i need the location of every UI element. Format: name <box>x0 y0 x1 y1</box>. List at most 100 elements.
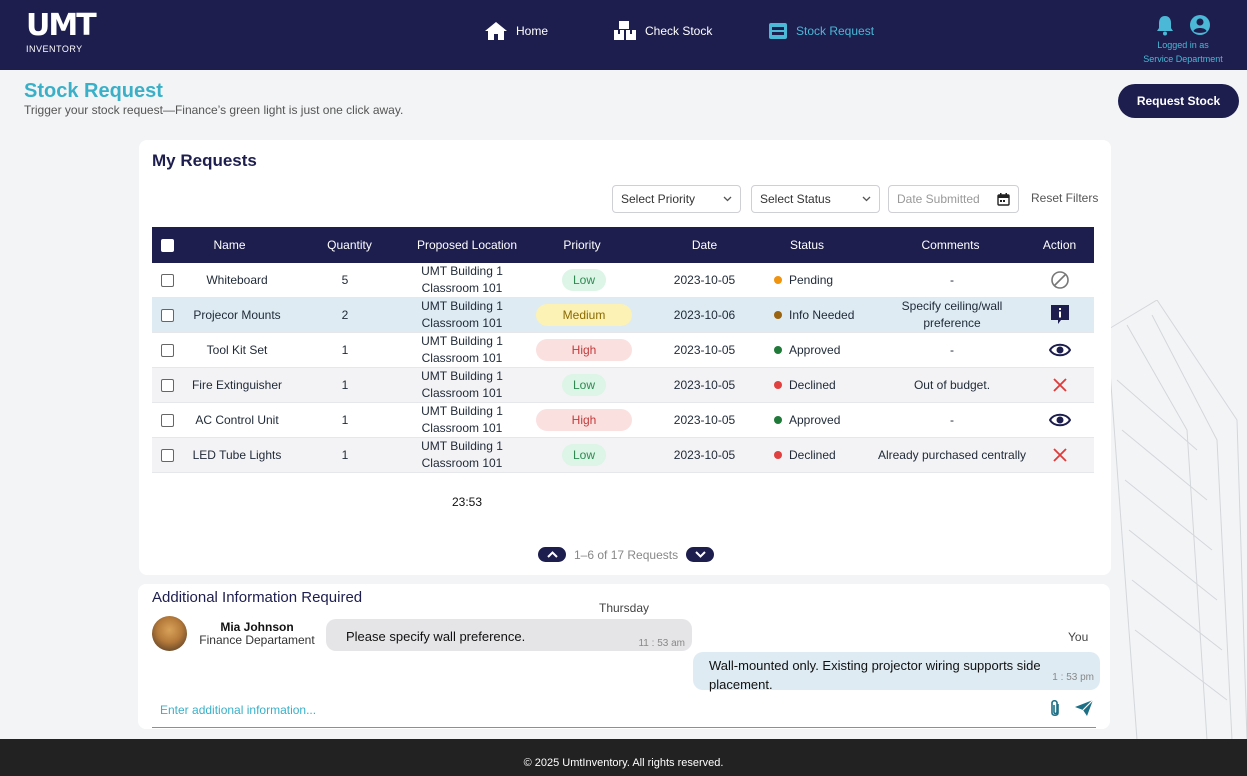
row-action-info-message-icon[interactable] <box>1032 298 1087 332</box>
row-checkbox[interactable] <box>160 343 174 357</box>
col-action: Action <box>1042 237 1077 252</box>
priority-badge: Medium <box>536 304 632 326</box>
cell-date: 2023-10-05 <box>673 447 736 462</box>
request-stock-button[interactable]: Request Stock <box>1118 84 1239 118</box>
row-action-close-icon[interactable] <box>1032 438 1087 472</box>
cell-quantity: 1 <box>341 377 349 392</box>
cell-date: 2023-10-05 <box>673 272 736 287</box>
table-row[interactable]: Fire Extinguisher 1 UMT Building 1 Classroo… <box>152 368 1094 403</box>
table-row[interactable]: AC Control Unit 1 UMT Building 1 Classroom … <box>152 403 1094 438</box>
cell-location-building: UMT Building 1 <box>421 404 503 418</box>
close-icon <box>1052 448 1067 462</box>
cell-quantity: 1 <box>341 447 349 462</box>
status-filter-select[interactable]: Select Status <box>751 185 880 213</box>
cell-name: Whiteboard <box>206 272 268 287</box>
page-up-button[interactable] <box>538 547 566 562</box>
user-profile-icon[interactable] <box>1189 14 1211 36</box>
row-action-eye-icon[interactable] <box>1032 333 1087 367</box>
priority-filter-value: Select Priority <box>621 192 696 206</box>
logo-mark: UMT <box>26 8 97 43</box>
logged-in-line1: Logged in as <box>1157 40 1209 50</box>
cell-location-room: Classroom 101 <box>421 316 503 330</box>
cell-location: UMT Building 1 Classroom 101 <box>402 333 522 367</box>
row-checkbox[interactable] <box>160 378 174 392</box>
cell-quantity: 5 <box>341 272 349 287</box>
user-area: Logged in as Service Department <box>1143 14 1223 66</box>
row-checkbox[interactable] <box>160 308 174 322</box>
home-icon <box>485 22 507 40</box>
priority-badge: High <box>536 409 632 431</box>
table-row[interactable]: Projecor Mounts 2 UMT Building 1 Classroom … <box>152 298 1094 333</box>
send-icon[interactable] <box>1074 699 1094 717</box>
chevron-down-icon <box>694 551 706 558</box>
cell-comment: Out of budget. <box>913 377 991 392</box>
priority-badge: High <box>536 339 632 361</box>
table-row[interactable]: Tool Kit Set 1 UMT Building 1 Classroom 101… <box>152 333 1094 368</box>
status-text: Declined <box>789 447 836 462</box>
priority-badge: Low <box>562 444 606 466</box>
cell-location-room: Classroom 101 <box>421 281 503 295</box>
building-sketch-decoration <box>1106 300 1247 740</box>
cell-location: UMT Building 1 Classroom 101 <box>402 263 522 297</box>
row-checkbox[interactable] <box>160 448 174 462</box>
cell-comment: - <box>950 342 954 357</box>
select-all-checkbox[interactable] <box>160 238 174 252</box>
additional-info-chat: Additional Information Required Thursday… <box>138 584 1110 729</box>
bell-icon[interactable] <box>1155 14 1175 36</box>
cell-location-building: UMT Building 1 <box>421 439 503 453</box>
logo-text: INVENTORY <box>26 44 83 54</box>
cell-location: UMT Building 1 Classroom 101 <box>402 368 522 402</box>
date-submitted-placeholder: Date Submitted <box>897 192 980 206</box>
you-label: You <box>1068 630 1089 644</box>
status-dot <box>774 381 782 389</box>
priority-badge: Low <box>562 269 606 291</box>
status-dot <box>774 276 782 284</box>
row-action-cancel-icon[interactable] <box>1032 263 1087 297</box>
chat-day-label: Thursday <box>599 601 650 615</box>
chat-message-input[interactable]: Enter additional information... <box>152 696 1096 728</box>
page-down-button[interactable] <box>686 547 715 562</box>
cell-date: 2023-10-05 <box>673 412 736 427</box>
status-text: Approved <box>789 412 841 427</box>
row-action-eye-icon[interactable] <box>1032 403 1087 437</box>
table-header: Name Quantity Proposed Location Priority… <box>152 227 1094 263</box>
date-submitted-filter[interactable]: Date Submitted <box>888 185 1019 213</box>
reset-filters-link[interactable]: Reset Filters <box>1031 191 1098 205</box>
row-checkbox[interactable] <box>160 413 174 427</box>
table-body: Whiteboard 5 UMT Building 1 Classroom 101 Lo… <box>152 263 1094 473</box>
calendar-icon[interactable] <box>997 192 1010 206</box>
cell-location-room: Classroom 101 <box>421 351 503 365</box>
col-date: Date <box>691 237 718 252</box>
row-checkbox[interactable] <box>160 273 174 287</box>
cell-quantity: 2 <box>341 307 349 322</box>
eye-icon <box>1048 342 1071 358</box>
incoming-message-time: 11 : 53 am <box>638 638 685 649</box>
row-action-close-icon[interactable] <box>1032 368 1087 402</box>
sender-info: Mia Johnson Finance Departament <box>196 621 318 647</box>
my-requests-title: My Requests <box>152 151 257 170</box>
incoming-message-text: Please specify wall preference. <box>346 629 526 644</box>
cell-location-building: UMT Building 1 <box>421 334 503 348</box>
page-title: Stock Request <box>24 80 163 102</box>
nav-check-stock[interactable]: Check Stock <box>613 20 712 42</box>
cell-quantity: 1 <box>341 412 349 427</box>
cell-name: AC Control Unit <box>195 412 279 427</box>
nav-home[interactable]: Home <box>484 20 548 42</box>
table-row[interactable]: LED Tube Lights 1 UMT Building 1 Classroom … <box>152 438 1094 473</box>
priority-filter-select[interactable]: Select Priority <box>612 185 741 213</box>
cell-name: LED Tube Lights <box>192 447 282 462</box>
footer: © 2025 UmtInventory. All rights reserved… <box>0 739 1247 776</box>
status-dot <box>774 311 782 319</box>
app-logo[interactable]: UMT INVENTORY <box>26 8 97 56</box>
cell-name: Tool Kit Set <box>206 342 268 357</box>
table-row[interactable]: Whiteboard 5 UMT Building 1 Classroom 101 Lo… <box>152 263 1094 298</box>
col-proposed-location: Proposed Location <box>416 237 518 252</box>
nav-stock-request[interactable]: Stock Request <box>768 20 874 42</box>
col-comments: Comments <box>921 237 980 252</box>
nav-home-label: Home <box>516 24 549 38</box>
cell-date: 2023-10-05 <box>673 377 736 392</box>
eye-icon <box>1048 412 1071 428</box>
time-display: 23:53 <box>452 495 483 509</box>
paperclip-icon[interactable] <box>1048 699 1062 719</box>
cell-name: Fire Extinguisher <box>191 377 283 392</box>
